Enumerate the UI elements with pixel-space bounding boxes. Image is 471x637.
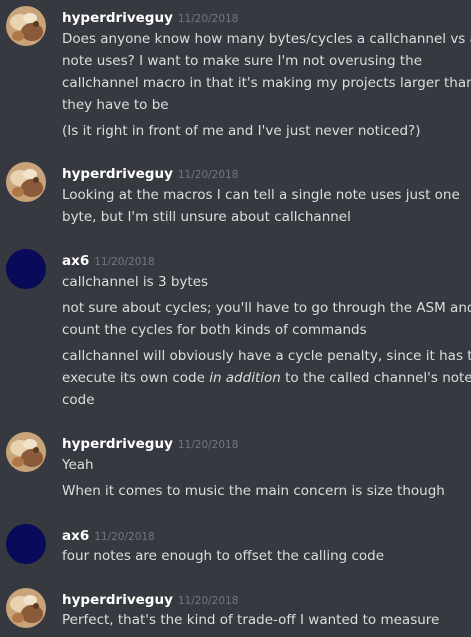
message-text: code: [62, 392, 95, 408]
message-header: hyperdriveguy 11/20/2018: [62, 432, 238, 456]
message-header: ax6 11/20/2018: [62, 249, 155, 273]
username[interactable]: ax6: [62, 528, 89, 544]
food-photo-avatar-icon: [6, 432, 46, 472]
food-photo-avatar-icon: [6, 6, 46, 46]
message-text: execute its own code in addition to the …: [62, 367, 471, 389]
message-header: hyperdriveguy 11/20/2018: [62, 162, 238, 186]
message-text: four notes are enough to offset the call…: [62, 548, 385, 564]
username[interactable]: hyperdriveguy: [62, 436, 173, 452]
avatar[interactable]: [6, 249, 46, 289]
message-text: note uses? I want to make sure I'm not o…: [62, 53, 423, 69]
message-text-segment: to the called channel's notes': [280, 370, 471, 386]
timestamp: 11/20/2018: [177, 169, 239, 181]
timestamp: 11/20/2018: [177, 13, 239, 25]
food-photo-avatar-icon: [6, 162, 46, 202]
message-text: they have to be: [62, 97, 169, 113]
avatar[interactable]: [6, 432, 46, 472]
message-text: Does anyone know how many bytes/cycles a…: [62, 31, 471, 47]
username[interactable]: hyperdriveguy: [62, 592, 173, 608]
timestamp: 11/20/2018: [94, 256, 155, 268]
food-photo-avatar-icon: [6, 588, 46, 628]
message-header: hyperdriveguy 11/20/2018: [62, 6, 238, 30]
message-text: When it comes to music the main concern …: [62, 483, 445, 499]
message-text: Looking at the macros I can tell a singl…: [62, 187, 460, 203]
message-text-segment: execute its own code: [62, 370, 210, 386]
dark-blue-circle-avatar-icon: [6, 249, 46, 289]
message-text: count the cycles for both kinds of comma…: [62, 322, 367, 338]
message-text: byte, but I'm still unsure about callcha…: [62, 209, 351, 225]
timestamp: 11/20/2018: [177, 595, 239, 607]
avatar[interactable]: [6, 162, 46, 202]
timestamp: 11/20/2018: [177, 439, 239, 451]
message-text: callchannel macro in that it's making my…: [62, 75, 471, 91]
avatar[interactable]: [6, 6, 46, 46]
message-text-italic: in addition: [209, 370, 281, 386]
username[interactable]: hyperdriveguy: [62, 10, 173, 26]
message-text: callchannel will obviously have a cycle …: [62, 348, 471, 364]
message-text: callchannel is 3 bytes: [62, 274, 209, 290]
username[interactable]: ax6: [62, 253, 89, 269]
message-text: Perfect, that's the kind of trade-off I …: [62, 612, 440, 628]
message-text: not sure about cycles; you'll have to go…: [62, 300, 471, 316]
timestamp: 11/20/2018: [94, 531, 155, 543]
message-text: Yeah: [62, 457, 94, 473]
dark-blue-circle-avatar-icon: [6, 524, 46, 564]
message-text: (Is it right in front of me and I've jus…: [62, 123, 421, 139]
username[interactable]: hyperdriveguy: [62, 166, 173, 182]
avatar[interactable]: [6, 524, 46, 564]
avatar[interactable]: [6, 588, 46, 628]
